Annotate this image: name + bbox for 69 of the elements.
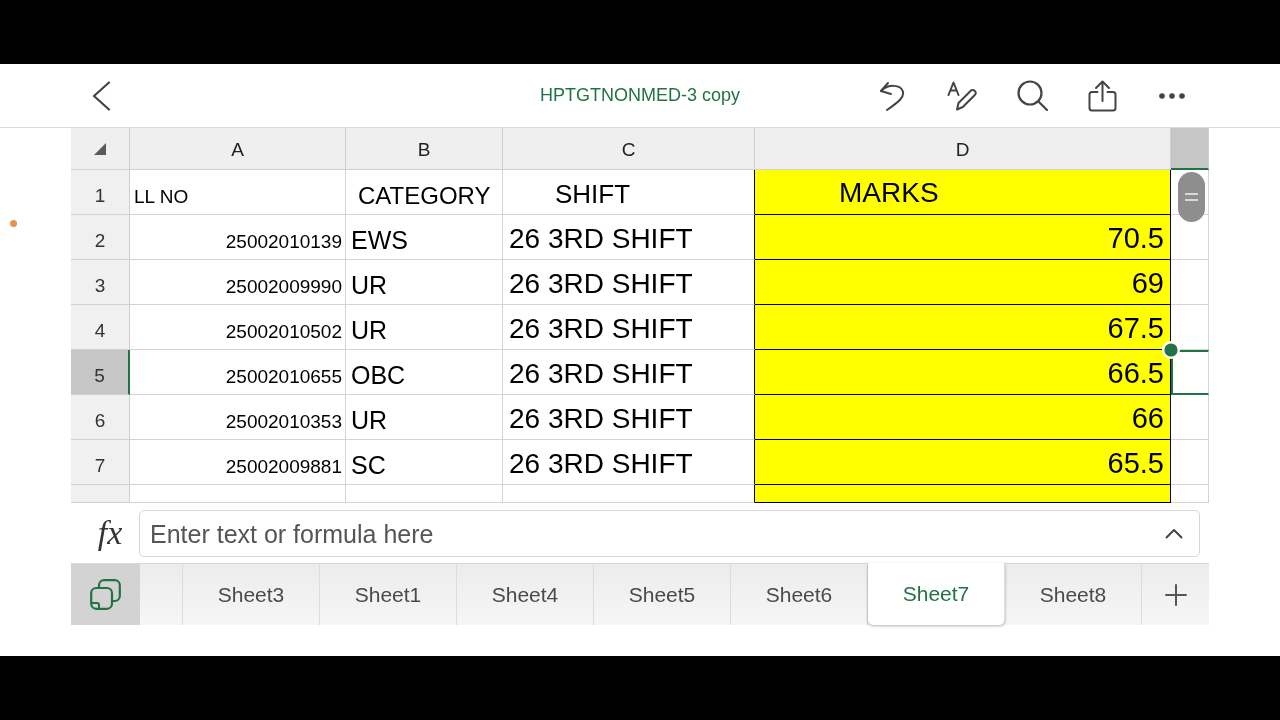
chevron-left-icon bbox=[92, 80, 111, 111]
formula-input[interactable]: Enter text or formula here bbox=[139, 509, 1200, 557]
row-header[interactable]: 4 bbox=[71, 305, 130, 350]
table-cell: 67.5 bbox=[755, 305, 1171, 350]
table-cell: UR bbox=[346, 260, 503, 305]
column-header[interactable]: A bbox=[130, 128, 346, 170]
table-cell: OBC bbox=[346, 350, 503, 395]
table-cell: 66.5 bbox=[755, 350, 1171, 395]
selected-cell[interactable] bbox=[1171, 350, 1209, 395]
column-header[interactable]: D bbox=[755, 128, 1171, 170]
table-cell: 65.5 bbox=[755, 440, 1171, 485]
table-cell: UR bbox=[346, 305, 503, 350]
triangle-icon bbox=[94, 142, 106, 155]
expand-button[interactable] bbox=[1165, 527, 1183, 539]
table-cell: 25002010353 bbox=[130, 395, 346, 440]
text-pen-icon bbox=[947, 80, 977, 111]
table-cell: 26 3RD SHIFT bbox=[503, 305, 755, 350]
table-cell: 70.5 bbox=[755, 215, 1171, 260]
table-cell: 25002009881 bbox=[130, 440, 346, 485]
column-header[interactable]: C bbox=[503, 128, 755, 170]
row-header[interactable]: 7 bbox=[71, 440, 130, 485]
dot-icon bbox=[10, 220, 17, 227]
sheets-button[interactable] bbox=[71, 564, 140, 625]
search-button[interactable] bbox=[1015, 78, 1049, 113]
table-cell: 26 3RD SHIFT bbox=[503, 395, 755, 440]
table-cell: 25002010502 bbox=[130, 305, 346, 350]
sheet-tab[interactable]: Sheet4 bbox=[457, 564, 594, 625]
plus-icon bbox=[1164, 583, 1187, 606]
undo-icon bbox=[878, 80, 906, 111]
table-cell: MARKS bbox=[755, 170, 1171, 215]
row-header[interactable]: 2 bbox=[71, 215, 130, 260]
table-cell: 25002010139 bbox=[130, 215, 346, 260]
sheet-tab[interactable]: Sheet1 bbox=[320, 564, 457, 625]
table-cell: 26 3RD SHIFT bbox=[503, 260, 755, 305]
row-header[interactable]: 1 bbox=[71, 170, 130, 215]
back-button[interactable] bbox=[92, 80, 111, 111]
table-cell: EWS bbox=[346, 215, 503, 260]
table-cell: 26 3RD SHIFT bbox=[503, 350, 755, 395]
share-icon bbox=[1087, 79, 1117, 112]
sheet-tab[interactable]: Sheet7 bbox=[868, 563, 1005, 625]
table-cell: CATEGORY bbox=[346, 170, 503, 215]
table-cell: 66 bbox=[755, 395, 1171, 440]
column-header[interactable] bbox=[1171, 128, 1209, 170]
table-cell: 26 3RD SHIFT bbox=[503, 215, 755, 260]
sheet-tab[interactable]: Sheet3 bbox=[183, 564, 320, 625]
function-button[interactable]: fx bbox=[95, 516, 125, 550]
selection-handle-icon[interactable] bbox=[1162, 341, 1180, 359]
table-cell: 69 bbox=[755, 260, 1171, 305]
edit-button[interactable] bbox=[945, 78, 979, 113]
table-cell: 26 3RD SHIFT bbox=[503, 440, 755, 485]
search-icon bbox=[1016, 80, 1048, 111]
document-title: HPTGTNONMED-3 copy bbox=[540, 85, 740, 106]
row-header[interactable]: 6 bbox=[71, 395, 130, 440]
table-cell: SHIFT bbox=[503, 170, 755, 215]
table-cell: 25002010655 bbox=[130, 350, 346, 395]
table-cell: 25002009990 bbox=[130, 260, 346, 305]
stacked-squares-icon bbox=[90, 579, 121, 610]
sheet-tab[interactable]: Sheet5 bbox=[594, 564, 731, 625]
select-all-button[interactable] bbox=[71, 128, 130, 170]
chevron-up-icon bbox=[1165, 527, 1183, 539]
column-header[interactable]: B bbox=[346, 128, 503, 170]
more-icon bbox=[1159, 92, 1185, 99]
sheet-tab[interactable]: Sheet8 bbox=[1005, 564, 1142, 625]
table-cell: SC bbox=[346, 440, 503, 485]
row-header[interactable]: 5 bbox=[71, 350, 130, 395]
share-button[interactable] bbox=[1085, 78, 1119, 113]
table-cell: LL NO bbox=[130, 170, 346, 215]
row-header[interactable]: 3 bbox=[71, 260, 130, 305]
table-cell: UR bbox=[346, 395, 503, 440]
